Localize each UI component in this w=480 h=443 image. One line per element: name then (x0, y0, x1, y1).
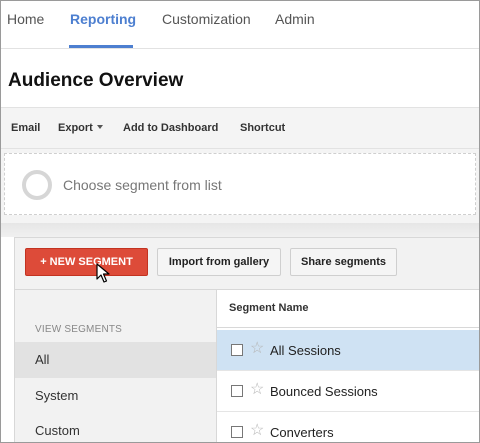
view-segments-heading: VIEW SEGMENTS (35, 324, 123, 335)
new-segment-button[interactable]: + NEW SEGMENT (25, 248, 148, 276)
segment-list-header: Segment Name (217, 290, 479, 328)
segment-ring-icon (22, 170, 52, 200)
segment-name: All Sessions (270, 343, 341, 358)
segment-row[interactable]: ☆ All Sessions (217, 330, 479, 371)
mouse-cursor-icon (96, 263, 110, 283)
segment-checkbox[interactable] (231, 426, 243, 438)
shortcut-button[interactable]: Shortcut (240, 122, 285, 134)
segment-row[interactable]: ☆ Bounced Sessions (217, 371, 479, 412)
category-custom[interactable]: Custom (15, 413, 216, 442)
segment-chooser-area: Choose segment from list (1, 149, 479, 223)
segment-name-column-header: Segment Name (229, 302, 309, 314)
tab-home[interactable]: Home (7, 11, 44, 27)
chevron-down-icon (96, 125, 103, 130)
add-to-dashboard-button[interactable]: Add to Dashboard (123, 122, 218, 134)
segment-row[interactable]: ☆ Converters (217, 412, 479, 442)
tab-reporting[interactable]: Reporting (70, 11, 136, 27)
tab-admin[interactable]: Admin (275, 11, 315, 27)
report-toolbar: Email Export Add to Dashboard Shortcut (1, 108, 479, 149)
segment-chooser-placeholder: Choose segment from list (63, 177, 222, 193)
segment-chooser[interactable]: Choose segment from list (4, 153, 476, 215)
segment-list: Segment Name ☆ All Sessions ☆ Bounced Se… (216, 289, 479, 442)
export-label: Export (58, 122, 93, 134)
section-divider (1, 223, 479, 237)
page-title: Audience Overview (8, 70, 184, 91)
category-all[interactable]: All (15, 342, 216, 378)
segment-categories: VIEW SEGMENTS All System Custom (15, 289, 216, 442)
star-icon[interactable]: ☆ (250, 421, 264, 441)
star-icon[interactable]: ☆ (250, 339, 264, 359)
email-button[interactable]: Email (11, 122, 40, 134)
import-from-gallery-button[interactable]: Import from gallery (157, 248, 281, 276)
top-navigation: Home Reporting Customization Admin (1, 1, 479, 48)
segment-name: Bounced Sessions (270, 384, 378, 399)
segment-panel: + NEW SEGMENT Import from gallery Share … (14, 237, 479, 442)
segment-checkbox[interactable] (231, 385, 243, 397)
category-system[interactable]: System (15, 378, 216, 414)
title-bar: Audience Overview (1, 48, 479, 108)
share-segments-button[interactable]: Share segments (290, 248, 397, 276)
export-button[interactable]: Export (58, 122, 103, 134)
star-icon[interactable]: ☆ (250, 380, 264, 400)
segment-name: Converters (270, 425, 334, 440)
tab-customization[interactable]: Customization (162, 11, 251, 27)
segment-checkbox[interactable] (231, 344, 243, 356)
app-window: Home Reporting Customization Admin Audie… (0, 0, 480, 443)
